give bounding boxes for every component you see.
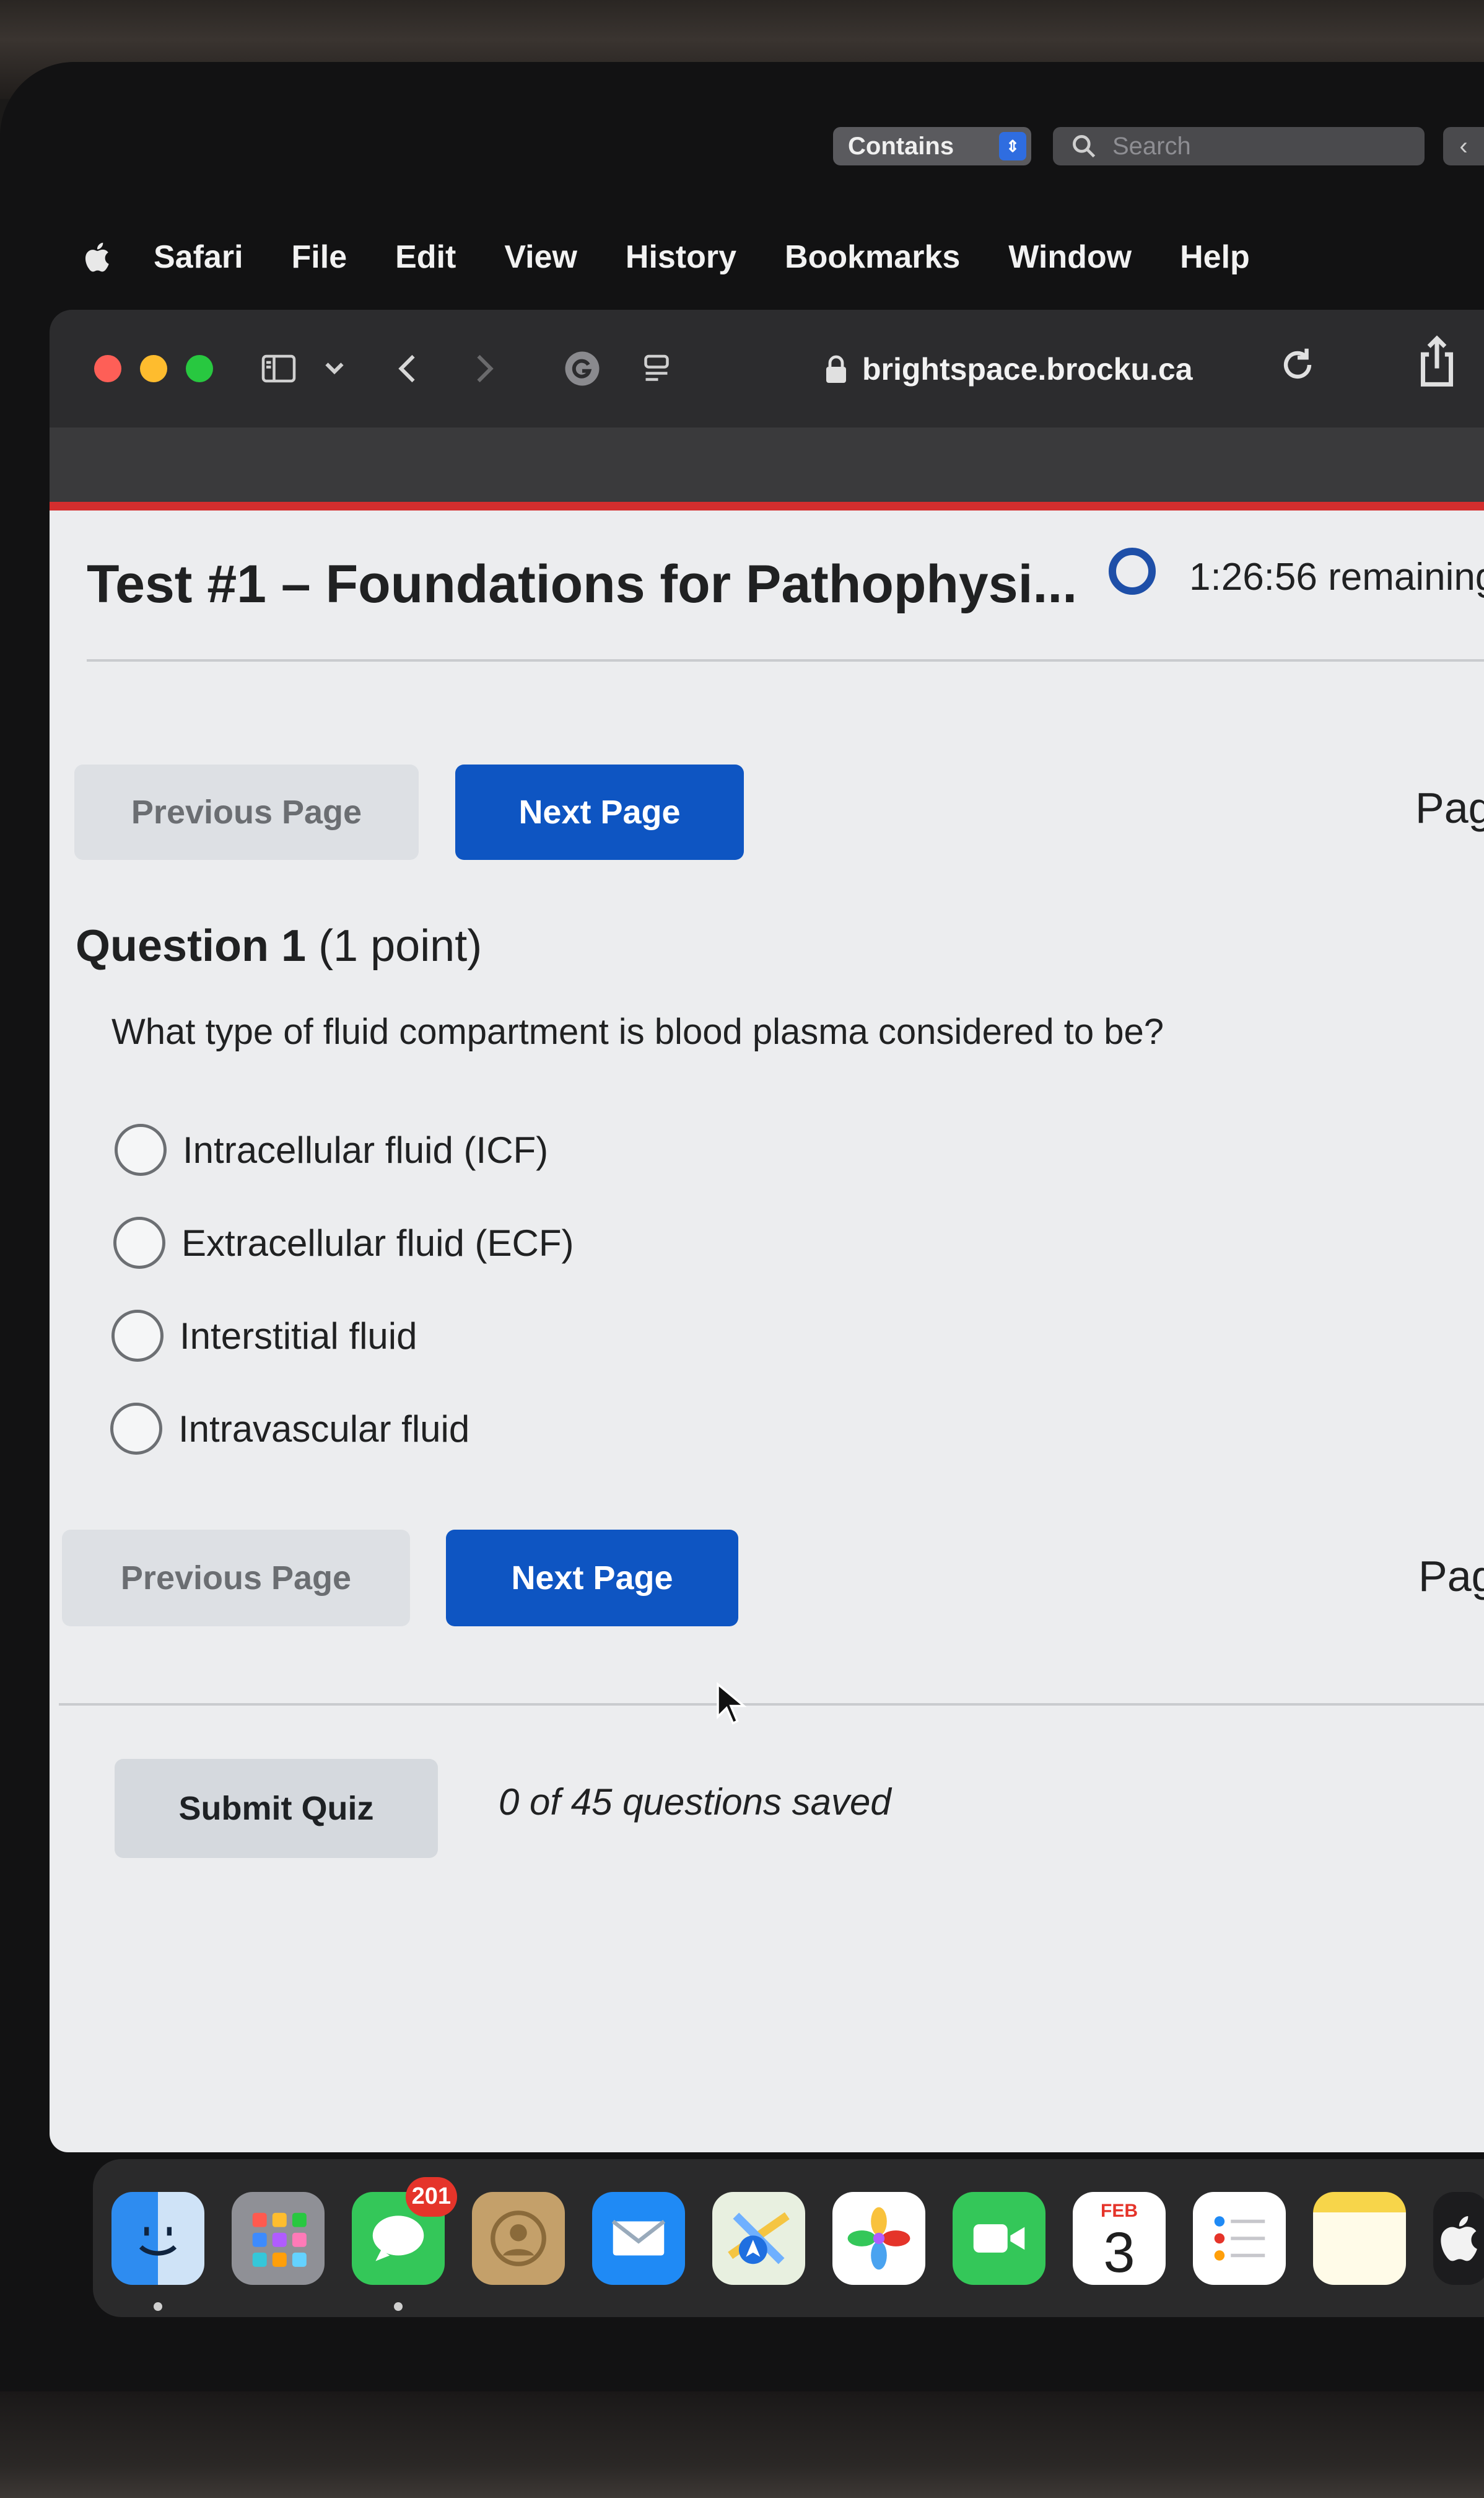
search-placeholder: Search: [1112, 132, 1191, 160]
find-bar: [50, 427, 1484, 502]
photos-icon[interactable]: [832, 2191, 925, 2285]
url-text: brightspace.brocku.ca: [862, 352, 1193, 387]
photo-background-bottom: [0, 2391, 1484, 2498]
close-window-button[interactable]: [94, 355, 121, 382]
calendar-icon[interactable]: FEB 3: [1073, 2191, 1166, 2285]
lock-icon: [826, 355, 846, 383]
facetime-icon[interactable]: [953, 2191, 1045, 2285]
answer-label: Intravascular fluid: [178, 1408, 470, 1450]
saved-status: 0 of 45 questions saved: [499, 1781, 891, 1823]
apple-logo-icon[interactable]: [81, 239, 116, 275]
answer-option-3[interactable]: Interstitial fluid: [111, 1310, 417, 1362]
minimize-window-button[interactable]: [140, 355, 167, 382]
macos-menu-bar: Safari File Edit View History Bookmarks …: [37, 220, 1484, 294]
safari-window: brightspace.brocku.ca: [50, 310, 1484, 502]
quiz-title: Test #1 – Foundations for Pathophysi...: [87, 554, 1078, 614]
running-indicator: [154, 2302, 162, 2311]
search-icon: [1073, 135, 1096, 158]
launchpad-icon[interactable]: [232, 2191, 325, 2285]
address-bar[interactable]: brightspace.brocku.ca: [824, 340, 1307, 399]
question-heading: Question 1 (1 point): [76, 921, 482, 971]
timer-text: 1:26:56 remaining: [1189, 556, 1484, 598]
submit-divider: [59, 1703, 1484, 1706]
answer-label: Interstitial fluid: [180, 1315, 417, 1357]
menu-help[interactable]: Help: [1180, 239, 1250, 276]
chevron-left-icon: ‹: [1459, 132, 1468, 160]
zoom-window-button[interactable]: [186, 355, 213, 382]
next-page-button-top[interactable]: Next Page: [455, 765, 744, 860]
reload-icon[interactable]: [1276, 343, 1319, 387]
select-arrows-icon: ⇕: [999, 132, 1026, 160]
menu-history[interactable]: History: [626, 239, 736, 276]
answer-option-4[interactable]: Intravascular fluid: [110, 1403, 469, 1455]
answer-label: Extracellular fluid (ECF): [181, 1222, 574, 1264]
forward-icon[interactable]: [461, 346, 505, 391]
back-icon[interactable]: [386, 346, 431, 391]
find-mode-select[interactable]: Contains ⇕: [833, 127, 1031, 165]
answer-option-1[interactable]: Intracellular fluid (ICF): [115, 1124, 548, 1176]
next-page-button-bottom[interactable]: Next Page: [446, 1530, 738, 1626]
menu-edit[interactable]: Edit: [395, 239, 456, 276]
maps-icon[interactable]: [712, 2191, 805, 2285]
find-previous-button[interactable]: ‹: [1443, 127, 1484, 165]
answer-label: Intracellular fluid (ICF): [183, 1129, 549, 1171]
question-text: What type of fluid compartment is blood …: [111, 1012, 1164, 1052]
submit-quiz-button[interactable]: Submit Quiz: [115, 1759, 438, 1858]
menu-view[interactable]: View: [504, 239, 577, 276]
find-search-input[interactable]: Search: [1053, 127, 1425, 165]
menu-window[interactable]: Window: [1008, 239, 1132, 276]
running-indicator: [394, 2302, 403, 2311]
previous-page-button-top[interactable]: Previous Page: [74, 765, 419, 860]
messages-icon[interactable]: 201: [352, 2176, 457, 2311]
mouse-pointer-icon: [717, 1682, 746, 1725]
quiz-page: Test #1 – Foundations for Pathophysi... …: [50, 502, 1484, 2152]
apple-app-icon[interactable]: [1433, 2191, 1484, 2285]
traffic-lights: [94, 355, 213, 382]
question-points: (1 point): [318, 921, 482, 971]
menu-bookmarks[interactable]: Bookmarks: [785, 239, 960, 276]
notes-icon[interactable]: [1313, 2191, 1406, 2285]
previous-page-button-bottom[interactable]: Previous Page: [62, 1530, 410, 1626]
mail-icon[interactable]: [592, 2191, 685, 2285]
radio-button[interactable]: [111, 1310, 164, 1362]
page-indicator-top: Page: [1415, 784, 1484, 832]
title-divider: [87, 659, 1484, 662]
find-mode-label: Contains: [848, 132, 954, 160]
messages-badge: 201: [405, 2176, 457, 2217]
question-number: Question 1: [76, 921, 307, 971]
answer-option-2[interactable]: Extracellular fluid (ECF): [113, 1217, 574, 1269]
sidebar-icon[interactable]: [256, 346, 301, 391]
radio-button[interactable]: [113, 1217, 165, 1269]
radio-button[interactable]: [115, 1124, 167, 1176]
menu-app-name[interactable]: Safari: [154, 239, 243, 276]
finder-icon[interactable]: [111, 2191, 204, 2311]
contacts-icon[interactable]: [472, 2191, 565, 2285]
page-indicator-bottom: Page: [1418, 1552, 1484, 1600]
radio-button[interactable]: [110, 1403, 162, 1455]
chevron-down-icon[interactable]: [312, 346, 357, 391]
calendar-month: FEB: [1101, 2200, 1138, 2221]
calendar-day: 3: [1103, 2220, 1135, 2284]
reader-icon[interactable]: [634, 346, 679, 391]
grammarly-icon[interactable]: [560, 346, 605, 391]
share-icon[interactable]: [1412, 335, 1462, 390]
reminders-icon[interactable]: [1193, 2191, 1286, 2285]
macos-dock: 201 FEB 3: [93, 2159, 1484, 2317]
timer-icon: [1109, 548, 1156, 595]
menu-file[interactable]: File: [292, 239, 347, 276]
